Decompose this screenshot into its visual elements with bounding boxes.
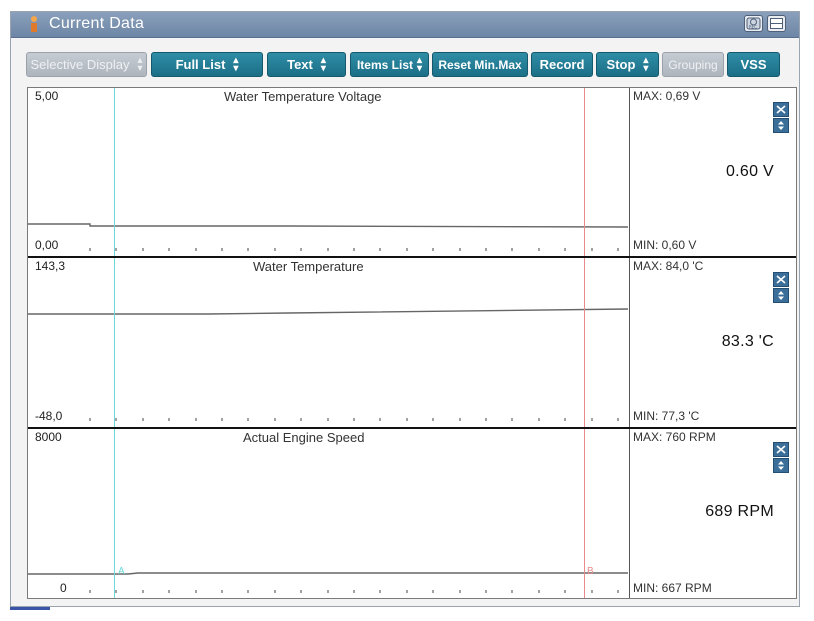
chart-2-current-value: 83.3 'C (721, 333, 774, 350)
chart-3-title: Actual Engine Speed (243, 430, 365, 445)
vss-button[interactable]: VSS (727, 52, 780, 77)
chart-1-scale-max: 5,00 (35, 89, 59, 103)
chart-1-close-icon[interactable] (773, 102, 789, 117)
chart-1-min: MIN: 0,60 V (633, 238, 697, 252)
x-axis-ticks-1 (89, 248, 619, 251)
chart-3-min: MIN: 667 RPM (633, 581, 712, 595)
updown-arrow-icon: ▴ ▾ (643, 54, 649, 74)
chart-2-title: Water Temperature (253, 259, 364, 274)
taskbar-edge (10, 607, 50, 610)
selective-display-button[interactable]: Selective Display ▴ ▾ (26, 52, 147, 77)
x-axis-ticks-2 (89, 418, 619, 421)
chart-2-close-icon[interactable] (773, 272, 789, 287)
value-panel-divider (629, 88, 630, 598)
chart-1-scale-min: 0,00 (35, 238, 59, 252)
svg-text:REC: REC (749, 25, 757, 30)
stop-button[interactable]: Stop ▴ ▾ (596, 52, 659, 77)
chart-2-min: MIN: 77,3 'C (633, 409, 700, 423)
chart-2-scale-min: -48,0 (35, 409, 63, 423)
text-button[interactable]: Text ▴ ▾ (267, 52, 346, 77)
recording-icon[interactable]: REC (744, 15, 763, 32)
grouping-label: Grouping (668, 57, 718, 72)
chart-3-close-icon[interactable] (773, 442, 789, 457)
window-icon (31, 16, 37, 32)
chart-3-updown-icon[interactable] (773, 458, 789, 473)
cursor-a-label: A (118, 566, 125, 577)
text-label: Text (287, 57, 313, 72)
updown-arrow-icon: ▴ ▾ (416, 54, 423, 74)
chart-3-scale-min: 0 (60, 581, 67, 595)
toolbar: Selective Display ▴ ▾ Full List ▴ ▾ Text ▴… (11, 37, 799, 87)
x-axis-ticks-3 (89, 590, 619, 593)
chart-3-max: MAX: 760 RPM (633, 430, 716, 444)
title-bar: Current Data REC (11, 12, 799, 38)
chart-1-bottom-border (28, 256, 629, 258)
chart-3-current-value: 689 RPM (705, 503, 774, 520)
items-list-label: Items List (356, 57, 413, 72)
vss-label: VSS (740, 57, 767, 72)
reset-min-max-button[interactable]: Reset Min.Max (432, 52, 528, 77)
cursor-b-line[interactable] (584, 88, 585, 598)
panel-2-bottom-border (629, 427, 796, 429)
current-data-window: Current Data REC Selective Display ▴ ▾ Fu… (10, 11, 800, 607)
full-list-button[interactable]: Full List ▴ ▾ (151, 52, 263, 77)
chart-2-max: MAX: 84,0 'C (633, 259, 704, 273)
cursor-b-label: B (587, 566, 594, 577)
stop-label: Stop (606, 57, 636, 72)
reset-min-max-label: Reset Min.Max (438, 57, 522, 72)
chart-1-max: MAX: 0,69 V (633, 89, 701, 103)
temperature-trace (28, 308, 629, 315)
restore-icon[interactable] (767, 15, 786, 32)
graph-area: A B 5,00 0,00 Water Temperature Voltage … (27, 87, 797, 599)
chart-2-scale-max: 143,3 (35, 259, 66, 273)
chart-1-updown-icon[interactable] (773, 118, 789, 133)
plot-canvas (28, 223, 629, 593)
cursor-a-line[interactable] (114, 88, 115, 598)
full-list-label: Full List (175, 57, 226, 72)
items-list-button[interactable]: Items List ▴ ▾ (350, 52, 429, 77)
chart-3-scale-max: 8000 (35, 430, 62, 444)
voltage-trace (28, 223, 629, 228)
updown-arrow-icon: ▴ ▾ (320, 54, 326, 74)
chart-2-updown-icon[interactable] (773, 288, 789, 303)
window-title: Current Data (49, 15, 145, 32)
updown-arrow-icon: ▴ ▾ (137, 54, 143, 74)
record-label: Record (539, 57, 585, 72)
chart-1-title: Water Temperature Voltage (224, 89, 382, 104)
grouping-button[interactable]: Grouping (662, 52, 724, 77)
panel-1-bottom-border (629, 256, 796, 258)
chart-2-bottom-border (28, 427, 629, 429)
updown-arrow-icon: ▴ ▾ (233, 54, 239, 74)
selective-display-label: Selective Display (30, 57, 130, 72)
chart-1-current-value: 0.60 V (725, 163, 774, 180)
record-button[interactable]: Record (531, 52, 593, 77)
